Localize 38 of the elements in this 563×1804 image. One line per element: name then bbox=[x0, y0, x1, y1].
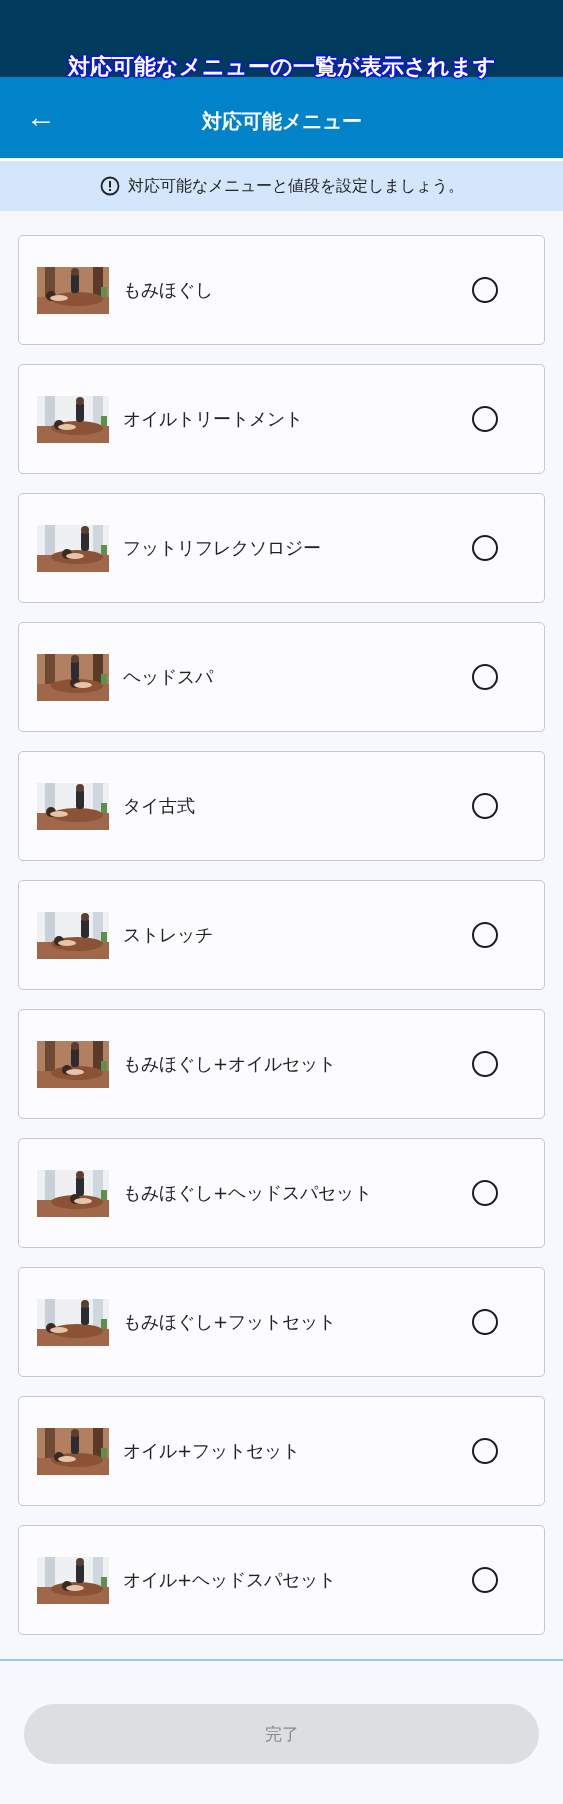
radio-button[interactable] bbox=[472, 277, 498, 303]
menu-label: タイ古式 bbox=[123, 794, 196, 818]
menu-label: もみほぐし+オイルセット bbox=[123, 1052, 338, 1076]
caption-text: 対応可能なメニューの一覧が表示されます bbox=[66, 53, 497, 81]
menu-card[interactable]: オイル+ヘッドスパセット bbox=[18, 1525, 545, 1635]
menu-card[interactable]: ヘッドスパ bbox=[18, 622, 545, 732]
radio-button[interactable] bbox=[472, 1051, 498, 1077]
back-button[interactable]: ← bbox=[22, 99, 60, 135]
radio-button[interactable] bbox=[472, 1567, 498, 1593]
menu-label: もみほぐし bbox=[123, 278, 214, 302]
menu-card[interactable]: タイ古式 bbox=[18, 751, 545, 861]
menu-label: オイルトリートメント bbox=[123, 407, 304, 431]
menu-card[interactable]: オイル+フットセット bbox=[18, 1396, 545, 1506]
menu-label: もみほぐし+フットセット bbox=[123, 1310, 338, 1334]
menu-card[interactable]: オイルトリートメント bbox=[18, 364, 545, 474]
radio-button[interactable] bbox=[472, 793, 498, 819]
alert-icon bbox=[99, 176, 120, 196]
menu-card[interactable]: もみほぐし+フットセット bbox=[18, 1267, 545, 1377]
menu-card[interactable]: もみほぐし bbox=[18, 235, 545, 345]
radio-button[interactable] bbox=[472, 535, 498, 561]
menu-label: ヘッドスパ bbox=[123, 665, 215, 689]
menu-label: もみほぐし+ヘッドスパセット bbox=[123, 1181, 374, 1205]
menu-label: フットリフレクソロジー bbox=[123, 536, 322, 560]
page-title: 対応可能メニュー bbox=[201, 108, 362, 135]
menu-card[interactable]: もみほぐし+オイルセット bbox=[18, 1009, 545, 1119]
menu-label: オイル+ヘッドスパセット bbox=[123, 1568, 338, 1592]
radio-button[interactable] bbox=[472, 1309, 498, 1335]
menu-label: オイル+フットセット bbox=[123, 1439, 302, 1463]
notice-text: 対応可能なメニューと値段を設定しましょう。 bbox=[127, 175, 464, 197]
menu-card[interactable]: もみほぐし+ヘッドスパセット bbox=[18, 1138, 545, 1248]
menu-label: ストレッチ bbox=[123, 923, 214, 947]
radio-button[interactable] bbox=[472, 1438, 498, 1464]
menu-card[interactable]: ストレッチ bbox=[18, 880, 545, 990]
menu-card[interactable]: フットリフレクソロジー bbox=[18, 493, 545, 603]
radio-button[interactable] bbox=[472, 1180, 498, 1206]
radio-button[interactable] bbox=[472, 922, 498, 948]
radio-button[interactable] bbox=[472, 664, 498, 690]
radio-button[interactable] bbox=[472, 406, 498, 432]
